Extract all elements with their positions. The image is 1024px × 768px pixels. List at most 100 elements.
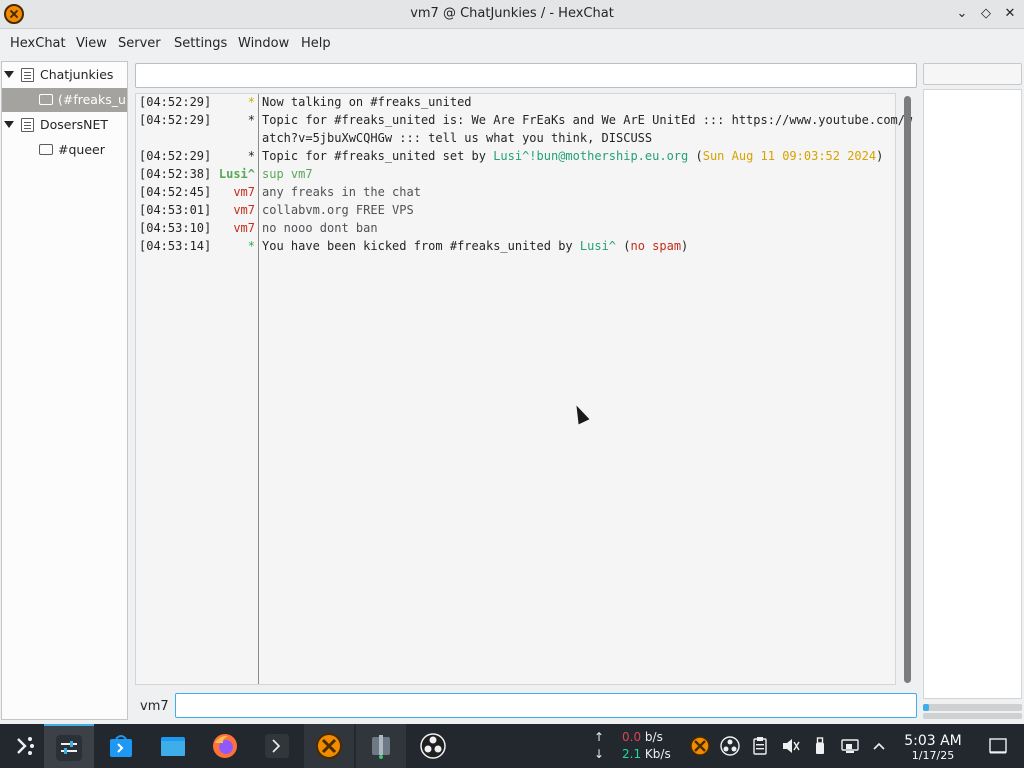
nick: * [247,239,255,253]
title-bar[interactable]: vm7 @ ChatJunkies / - HexChat ⌄ ◇ ✕ [0,0,1024,29]
message: no nooo dont ban [262,221,378,235]
chat-line: [04:52:29] * Topic for #freaks_united is… [136,113,912,149]
chat-scrollbar[interactable] [904,96,911,683]
clock-time[interactable]: 5:03 AM [895,733,971,749]
upload-rate: 0.0 b/s [622,730,663,744]
nick: * [247,113,255,127]
server-icon [21,118,34,132]
obs-button[interactable] [408,724,458,768]
topic-bar[interactable] [135,63,917,88]
firefox-button[interactable] [200,724,250,768]
settings-sliders-icon [56,735,82,761]
message: collabvm.org FREE VPS [262,203,414,217]
server-label: Chatjunkies [40,67,114,82]
folder-icon [161,737,185,756]
channel-label: (#freaks_united) [58,92,127,107]
chat-line: [04:52:29] * Now talking on #freaks_unit… [136,95,896,113]
clipboard-icon[interactable] [750,736,770,756]
firefox-icon [213,734,237,758]
message-continued: atch?v=5jbuXwCQHGw ::: tell us what you … [262,131,653,145]
network-wired-icon[interactable] [840,736,860,756]
timestamp: [04:53:10] [139,221,212,235]
channel-icon [39,144,53,155]
menu-window[interactable]: Window [238,36,289,51]
show-desktop-icon[interactable] [988,736,1008,756]
tree-server-dosersnet[interactable]: DosersNET [2,113,127,137]
lag-meter [923,704,1022,711]
throttle-meter [923,713,1022,719]
hexchat-task-button[interactable] [304,724,354,768]
hexchat-tray-icon[interactable] [690,736,710,756]
message: You have been kicked from #freaks_united… [262,239,689,253]
menu-hexchat[interactable]: HexChat [10,36,66,51]
nick[interactable]: Lusi^ [219,167,255,181]
expand-arrow-icon[interactable] [4,71,14,78]
server-icon [21,68,34,82]
channel-label: #queer [58,142,105,157]
expand-arrow-icon[interactable] [4,121,14,128]
timestamp: [04:52:29] [139,113,212,127]
message: any freaks in the chat [262,185,421,199]
nick-button[interactable]: vm7 [140,699,169,714]
timestamp: [04:52:45] [139,185,212,199]
chat-line: [04:52:45] vm7 any freaks in the chat [136,185,896,203]
terminal-button[interactable] [252,724,302,768]
nick[interactable]: vm7 [233,203,255,217]
download-arrow-icon: ↓ [594,747,605,761]
message-input[interactable] [175,693,917,718]
maximize-button[interactable]: ◇ [977,5,995,23]
channel-icon [39,94,53,105]
menu-settings[interactable]: Settings [174,36,227,51]
file-manager-button[interactable] [148,724,198,768]
obs-tray-icon[interactable] [720,736,740,756]
message: Now talking on #freaks_united [262,95,472,109]
chat-line: [04:53:14] * You have been kicked from #… [136,239,896,257]
menu-view[interactable]: View [76,36,107,51]
channel-tree: Chatjunkies (#freaks_united) DosersNET #… [1,61,128,720]
minimize-button[interactable]: ⌄ [953,5,971,23]
volume-muted-icon[interactable] [780,736,800,756]
menu-help[interactable]: Help [301,36,331,51]
download-rate: 2.1 Kb/s [622,747,671,761]
nick[interactable]: vm7 [233,185,255,199]
timestamp: [04:52:38] [139,167,212,181]
topic-setter-link[interactable]: Lusi^!bun@mothership.eu.org [493,149,688,163]
usb-device-icon[interactable] [810,736,830,756]
chat-line: [04:53:10] vm7 no nooo dont ban [136,221,896,239]
timestamp: [04:52:29] [139,95,212,109]
network-installer-button[interactable] [356,724,406,768]
chat-line: [04:52:29] * Topic for #freaks_united se… [136,149,896,167]
tree-channel-freaks-united[interactable]: (#freaks_united) [2,88,127,112]
close-button[interactable]: ✕ [1001,5,1019,23]
terminal-icon [265,734,289,758]
message: Topic for #freaks_united set by Lusi^!bu… [262,149,884,163]
tree-server-chatjunkies[interactable]: Chatjunkies [2,63,127,87]
tree-channel-queer[interactable]: #queer [2,138,127,162]
obs-icon [420,733,446,759]
message: Topic for #freaks_united is: We Are FrEa… [262,113,913,127]
message: sup vm7 [262,167,313,181]
menu-bar: HexChat View Server Settings Window Help [0,30,1024,58]
hexchat-icon [316,733,342,759]
chat-log[interactable]: [04:52:29] * Now talking on #freaks_unit… [135,93,912,685]
chat-line: [04:53:01] vm7 collabvm.org FREE VPS [136,203,896,221]
installer-icon [372,735,390,759]
nick[interactable]: vm7 [233,221,255,235]
nick: * [247,95,255,109]
timestamp: [04:52:29] [139,149,212,163]
desktop: vm7 @ ChatJunkies / - HexChat ⌄ ◇ ✕ HexC… [0,0,1024,768]
user-list[interactable] [923,89,1022,699]
app-launcher-button[interactable] [0,724,50,768]
chat-line: [04:52:38] Lusi^ sup vm7 [136,167,896,185]
window-title: vm7 @ ChatJunkies / - HexChat [410,6,614,21]
launcher-icon [17,737,34,755]
discover-button[interactable] [96,724,146,768]
tray-expand-chevron-icon[interactable] [869,736,889,756]
timestamp: [04:53:01] [139,203,212,217]
menu-server[interactable]: Server [118,36,161,51]
timestamp: [04:53:14] [139,239,212,253]
user-count-box [923,63,1022,85]
system-settings-button[interactable] [44,724,94,768]
discover-bag-icon [110,735,132,757]
clock-date[interactable]: 1/17/25 [895,749,971,762]
